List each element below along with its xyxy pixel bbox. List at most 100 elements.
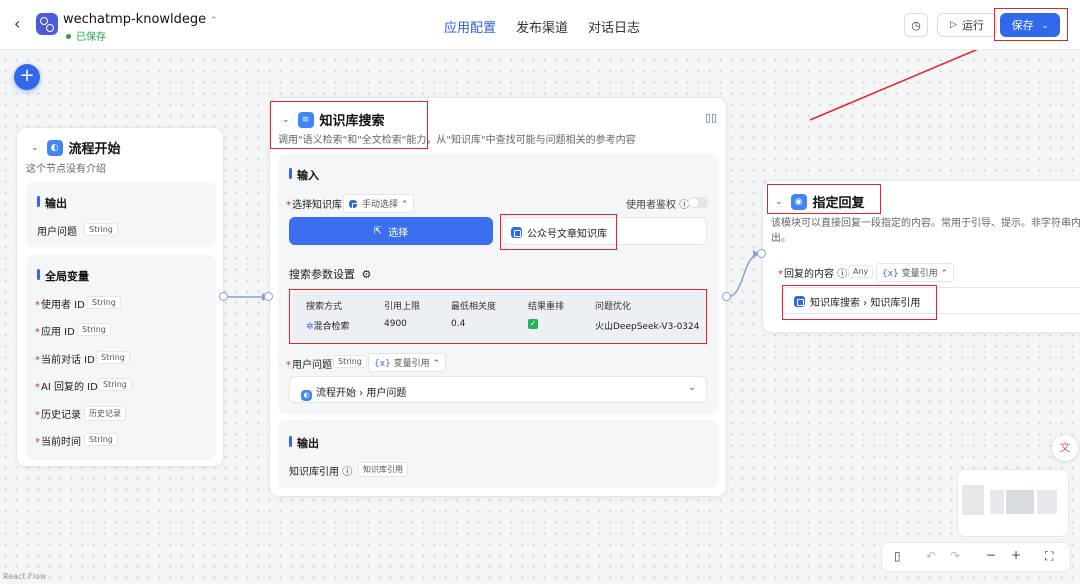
kb-node-output-port[interactable] — [722, 292, 731, 301]
collapse-chevron-icon[interactable]: ⌄ — [282, 115, 290, 125]
redo-icon[interactable]: ↷ — [950, 549, 960, 563]
table-cell-query-model: 火山DeepSeek-V3-0324 — [595, 322, 700, 332]
reply-content-type-tag: Any — [848, 265, 874, 278]
global-var-history: *历史记录 — [35, 410, 81, 421]
table-header: 引用上限 — [384, 302, 421, 312]
reply-content-label: *回复的内容 ⓘ — [778, 269, 848, 280]
tab-publish-channel[interactable]: 发布渠道 — [516, 17, 568, 36]
kb-output-type-tag: 知识库引用 — [358, 462, 408, 477]
select-kb-label: *选择知识库 — [286, 200, 342, 211]
chevron-down-icon: ⌄ — [1041, 20, 1049, 30]
kb-item-icon — [511, 227, 522, 238]
start-node-title: 流程开始 — [68, 142, 121, 157]
minimap-node — [1037, 490, 1057, 514]
search-params-table[interactable] — [293, 291, 705, 341]
mouse-icon[interactable]: ▯ — [894, 549, 901, 563]
reply-var-ref-select[interactable]: {x} 变量引用 ⌃ — [876, 263, 955, 282]
help-icon: ⓘ — [837, 269, 848, 280]
var-ref-select[interactable]: {x} 变量引用 ⌃ — [368, 353, 447, 372]
history-button[interactable]: ◷ — [904, 13, 928, 37]
select-kb-button[interactable]: ⇱ 选择 — [289, 217, 493, 245]
auth-toggle[interactable] — [688, 197, 708, 208]
global-var-chat-id: *当前对话 ID — [35, 355, 95, 366]
database-icon: ≡ — [297, 111, 314, 128]
global-var-ai-reply-id: *AI 回复的 ID — [35, 382, 98, 393]
run-button[interactable]: ▷ 运行 — [937, 13, 997, 37]
reply-node-input-port[interactable] — [757, 249, 766, 258]
fit-view-icon[interactable]: ⛶ — [1045, 549, 1053, 564]
app-name-text: wechatmp-knowldege — [63, 12, 207, 27]
translate-icon[interactable]: 文 — [1052, 435, 1078, 461]
global-var-type-tag: String — [96, 351, 130, 364]
global-var-type-tag: String — [77, 323, 111, 336]
save-button[interactable]: 保存 ⌄ — [1000, 13, 1060, 37]
saved-dot-icon — [66, 34, 71, 39]
table-cell-limit: 4900 — [384, 319, 407, 329]
start-node-output-port[interactable] — [219, 292, 228, 301]
app-logo-icon — [36, 13, 58, 35]
canvas-toolbar — [881, 542, 1071, 572]
reply-node-description-cont: 出。 — [771, 233, 791, 244]
top-header: ‹ wechatmp-knowldege ⌃ 已保存 应用配置 发布渠道 对话日志… — [0, 0, 1080, 50]
kb-node-description: 调用"语义检索"和"全文检索"能力，从"知识库"中查找可能与问题相关的参考内容 — [278, 135, 636, 146]
reply-node-description: 该模块可以直接回复一段指定的内容。常用于引导、提示。非字符串内容 — [771, 218, 1080, 229]
table-header: 最低相关度 — [451, 302, 497, 312]
table-cell-method: ✲混合检索 — [306, 322, 350, 332]
kb-input-title: 输入 — [289, 167, 319, 183]
cursor-icon: ⇱ — [373, 225, 383, 237]
global-vars-title: 全局变量 — [37, 268, 89, 284]
global-var-app-id: *应用 ID — [35, 327, 75, 338]
collapse-chevron-icon[interactable]: ⌄ — [775, 197, 783, 207]
global-var-type-tag: String — [84, 433, 118, 446]
back-icon[interactable]: ‹ — [14, 14, 20, 33]
app-name[interactable]: wechatmp-knowldege ⌃ — [63, 12, 218, 27]
reply-content-value: 知识库搜索 › 知识库引用 — [794, 294, 920, 309]
start-node-header: ⌄ ◐ 流程开始 — [31, 138, 121, 157]
add-node-button[interactable]: + — [14, 64, 40, 90]
start-output-type-tag: String — [84, 223, 118, 236]
gear-icon[interactable]: ⚙ — [362, 268, 372, 281]
undo-icon[interactable]: ↶ — [926, 549, 936, 563]
start-output-title: 输出 — [37, 195, 67, 211]
selected-kb-item[interactable]: 公众号文章知识库 — [511, 225, 607, 240]
user-question-label: *用户问题 — [286, 360, 332, 371]
tab-chat-logs[interactable]: 对话日志 — [588, 17, 640, 36]
minimap-node — [962, 485, 984, 515]
table-cell-rerank: ✓ — [528, 319, 538, 329]
kb-node-title: 知识库搜索 — [319, 114, 385, 129]
book-icon[interactable]: ▯▯ — [705, 111, 717, 124]
save-label: 保存 — [1011, 19, 1034, 32]
help-icon: ⓘ — [342, 467, 353, 478]
annotation-arrow-line — [809, 43, 991, 121]
kb-node-input-port[interactable] — [264, 292, 273, 301]
table-header: 问题优化 — [595, 302, 632, 312]
zoom-out-icon[interactable]: − — [986, 548, 996, 562]
chevron-down-icon[interactable]: ⌄ — [688, 382, 696, 393]
kb-mode-select[interactable]: 手动选择 ⌃ — [343, 194, 415, 213]
chat-bubble-icon: ◉ — [790, 193, 807, 210]
minimap-node — [1006, 490, 1034, 514]
reply-node-header: ⌄ ◉ 指定回复 — [775, 192, 865, 211]
user-question-value: ◐ 流程开始 › 用户问题 — [301, 384, 406, 401]
table-cell-min-relevance: 0.4 — [451, 319, 466, 329]
database-icon — [794, 296, 805, 307]
user-question-type-tag: String — [333, 355, 367, 368]
switch-app-icon[interactable]: ⌃ — [210, 16, 218, 26]
collapse-chevron-icon[interactable]: ⌄ — [31, 143, 39, 153]
kb-node-header: ⌄ ≡ 知识库搜索 — [282, 110, 385, 129]
tab-app-config[interactable]: 应用配置 — [444, 17, 496, 36]
flow-start-icon: ◐ — [46, 139, 63, 156]
zoom-in-icon[interactable]: + — [1011, 548, 1021, 562]
edge-kb-to-reply — [726, 253, 761, 298]
kb-output-title: 输出 — [289, 435, 319, 451]
clock-icon: ◷ — [911, 18, 921, 32]
check-icon: ✓ — [528, 319, 538, 329]
table-header: 搜索方式 — [306, 302, 343, 312]
global-var-current-time: *当前时间 — [35, 437, 81, 448]
auth-label: 使用者鉴权 ⓘ — [626, 200, 690, 211]
react-flow-watermark: React Flow — [3, 572, 47, 581]
saved-status: 已保存 — [66, 28, 106, 43]
flow-start-icon: ◐ — [301, 389, 312, 401]
table-header: 结果重排 — [528, 302, 565, 312]
kb-input-panel — [278, 154, 719, 414]
